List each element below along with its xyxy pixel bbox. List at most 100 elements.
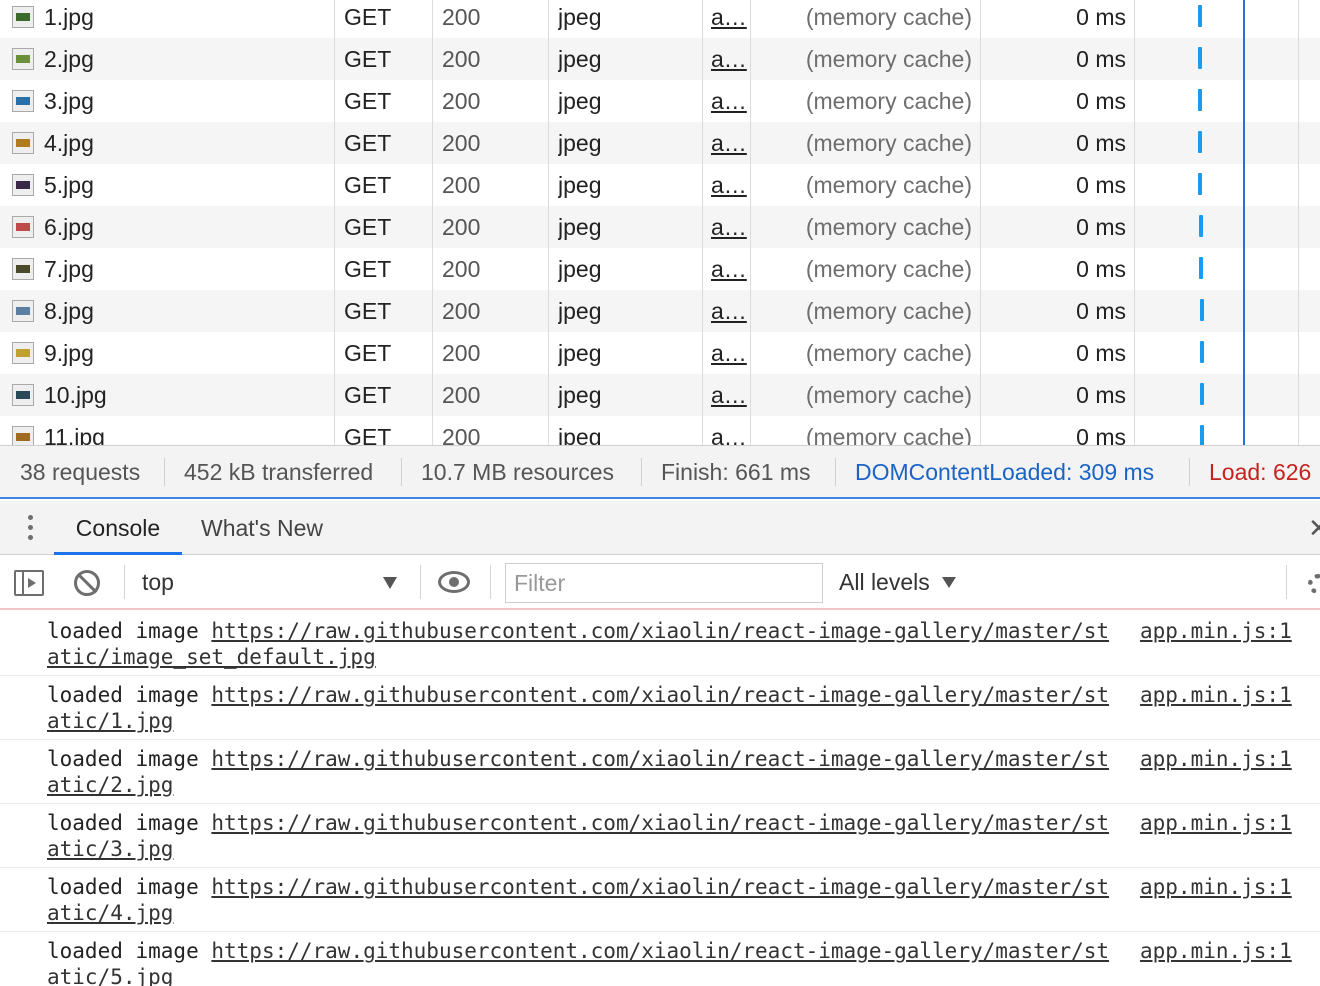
request-initiator-link[interactable]: a… — [711, 248, 749, 290]
request-name-cell[interactable]: 11.jpg — [12, 416, 332, 445]
request-initiator-link[interactable]: a… — [711, 416, 749, 445]
request-name: 10.jpg — [44, 382, 107, 408]
request-status: 200 — [442, 424, 481, 445]
request-type: jpeg — [558, 172, 602, 198]
log-levels-dropdown[interactable]: All levels — [839, 555, 930, 610]
request-initiator-link[interactable]: a… — [711, 206, 749, 248]
request-initiator-link[interactable]: a… — [711, 164, 749, 206]
request-initiator-link[interactable]: a… — [711, 290, 749, 332]
table-row[interactable]: 6.jpg GET 200 jpeg a… (memory cache) 0 ms — [0, 206, 1320, 248]
message-source-link[interactable]: app.min.js:1 — [1140, 618, 1292, 644]
clear-console-icon[interactable] — [74, 570, 100, 596]
request-time: 0 ms — [1076, 130, 1126, 156]
image-thumbnail-icon — [12, 131, 34, 154]
message-source-link[interactable]: app.min.js:1 — [1140, 746, 1292, 772]
console-message-text: loaded image https://raw.githubuserconte… — [47, 938, 1112, 986]
request-status: 200 — [442, 88, 481, 114]
toolbar-divider — [420, 565, 421, 599]
request-name-cell[interactable]: 5.jpg — [12, 164, 332, 206]
request-status: 200 — [442, 46, 481, 72]
toolbar-divider — [490, 565, 491, 599]
message-prefix: loaded image — [47, 811, 212, 835]
request-method: GET — [344, 4, 392, 30]
table-row[interactable]: 1.jpg GET 200 jpeg a… (memory cache) 0 ms — [0, 0, 1320, 38]
image-thumbnail-icon — [12, 341, 34, 364]
message-source-link[interactable]: app.min.js:1 — [1140, 874, 1292, 900]
network-summary-bar: 38 requests 452 kB transferred 10.7 MB r… — [0, 445, 1320, 499]
request-name-cell[interactable]: 9.jpg — [12, 332, 332, 374]
eye-icon[interactable] — [438, 571, 470, 593]
table-row[interactable]: 10.jpg GET 200 jpeg a… (memory cache) 0 ms — [0, 374, 1320, 416]
request-method: GET — [344, 340, 392, 366]
request-time: 0 ms — [1076, 214, 1126, 240]
drawer-tab-bar: Console What's New ✕ — [0, 501, 1320, 555]
request-name-cell[interactable]: 1.jpg — [12, 0, 332, 38]
console-message: loaded image https://raw.githubuserconte… — [0, 612, 1320, 676]
request-initiator-link[interactable]: a… — [711, 122, 749, 164]
request-status: 200 — [442, 4, 481, 30]
network-request-table: 1.jpg GET 200 jpeg a… (memory cache) 0 ms 2.jpg… — [0, 0, 1320, 445]
request-type: jpeg — [558, 382, 602, 408]
console-message: loaded image https://raw.githubuserconte… — [0, 932, 1320, 986]
request-type: jpeg — [558, 130, 602, 156]
chevron-down-icon[interactable] — [942, 577, 956, 588]
table-row[interactable]: 11.jpg GET 200 jpeg a… (memory cache) 0 ms — [0, 416, 1320, 445]
thumbnail-fill — [16, 390, 30, 399]
table-row[interactable]: 2.jpg GET 200 jpeg a… (memory cache) 0 ms — [0, 38, 1320, 80]
request-type: jpeg — [558, 4, 602, 30]
message-prefix: loaded image — [47, 747, 212, 771]
request-name-cell[interactable]: 6.jpg — [12, 206, 332, 248]
request-time: 0 ms — [1076, 4, 1126, 30]
request-name: 4.jpg — [44, 130, 94, 156]
request-status: 200 — [442, 172, 481, 198]
request-name-cell[interactable]: 10.jpg — [12, 374, 332, 416]
message-prefix: loaded image — [47, 619, 212, 643]
request-name-cell[interactable]: 4.jpg — [12, 122, 332, 164]
column-divider — [1298, 0, 1299, 445]
context-selector[interactable]: top — [142, 555, 404, 610]
filter-input[interactable] — [505, 563, 823, 603]
close-icon[interactable]: ✕ — [1308, 513, 1320, 544]
table-row[interactable]: 9.jpg GET 200 jpeg a… (memory cache) 0 ms — [0, 332, 1320, 374]
message-source-link[interactable]: app.min.js:1 — [1140, 938, 1292, 964]
request-initiator-link[interactable]: a… — [711, 0, 749, 38]
request-initiator-link[interactable]: a… — [711, 38, 749, 80]
request-name: 6.jpg — [44, 214, 94, 240]
request-status: 200 — [442, 256, 481, 282]
table-row[interactable]: 7.jpg GET 200 jpeg a… (memory cache) 0 ms — [0, 248, 1320, 290]
console-toolbar: top All levels — [0, 555, 1320, 610]
request-initiator-link[interactable]: a… — [711, 332, 749, 374]
request-method: GET — [344, 298, 392, 324]
request-time: 0 ms — [1076, 172, 1126, 198]
thumbnail-fill — [16, 348, 30, 357]
request-type: jpeg — [558, 214, 602, 240]
request-name-cell[interactable]: 3.jpg — [12, 80, 332, 122]
column-divider — [548, 0, 549, 445]
request-size: (memory cache) — [805, 298, 972, 324]
message-source-link[interactable]: app.min.js:1 — [1140, 682, 1292, 708]
request-initiator-link[interactable]: a… — [711, 80, 749, 122]
gear-icon[interactable] — [1308, 574, 1320, 594]
summary-divider — [401, 458, 402, 486]
table-row[interactable]: 8.jpg GET 200 jpeg a… (memory cache) 0 ms — [0, 290, 1320, 332]
request-time: 0 ms — [1076, 256, 1126, 282]
summary-domcontentloaded: DOMContentLoaded: 309 ms — [855, 459, 1155, 485]
request-name-cell[interactable]: 2.jpg — [12, 38, 332, 80]
request-name-cell[interactable]: 7.jpg — [12, 248, 332, 290]
table-row[interactable]: 3.jpg GET 200 jpeg a… (memory cache) 0 ms — [0, 80, 1320, 122]
waterfall-bar — [1198, 173, 1202, 195]
request-name-cell[interactable]: 8.jpg — [12, 290, 332, 332]
request-initiator-link[interactable]: a… — [711, 374, 749, 416]
chevron-down-icon[interactable] — [383, 577, 397, 589]
console-message-text: loaded image https://raw.githubuserconte… — [47, 874, 1112, 926]
request-name: 2.jpg — [44, 46, 94, 72]
show-sidebar-icon[interactable] — [14, 570, 44, 596]
table-row[interactable]: 5.jpg GET 200 jpeg a… (memory cache) 0 ms — [0, 164, 1320, 206]
tab-console[interactable]: Console — [54, 501, 182, 555]
waterfall-bar — [1198, 47, 1202, 69]
message-source-link[interactable]: app.min.js:1 — [1140, 810, 1292, 836]
message-prefix: loaded image — [47, 683, 212, 707]
more-menu-icon[interactable] — [26, 515, 34, 543]
table-row[interactable]: 4.jpg GET 200 jpeg a… (memory cache) 0 ms — [0, 122, 1320, 164]
tab-whats-new[interactable]: What's New — [201, 501, 323, 555]
